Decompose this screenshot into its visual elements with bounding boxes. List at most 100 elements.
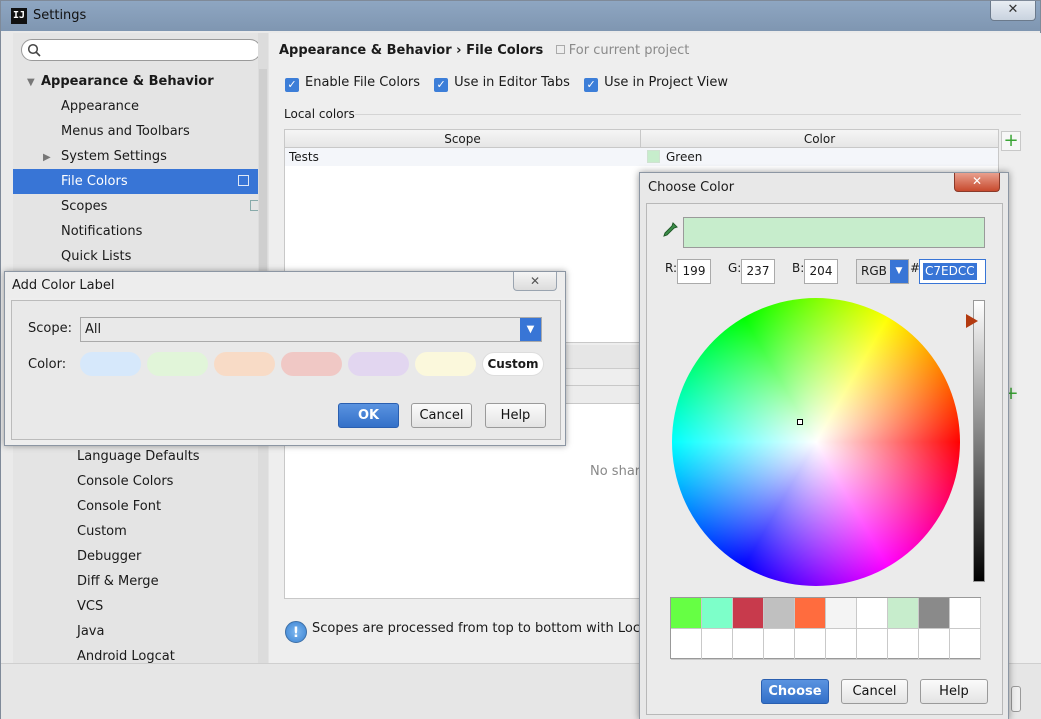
recent-color-swatch[interactable] xyxy=(857,598,888,629)
recent-color-swatch[interactable] xyxy=(702,598,733,629)
empty-color-slot[interactable] xyxy=(888,629,919,660)
cancel-button[interactable]: Cancel xyxy=(411,403,472,428)
recent-color-swatch[interactable] xyxy=(795,598,826,629)
color-option-yellow[interactable] xyxy=(415,352,476,376)
brightness-slider[interactable] xyxy=(973,300,985,582)
color-chooser-body: R: 199 G: 237 B: 204 RGB ▼ # C7EDCC Choo… xyxy=(646,203,1003,715)
enable-file-colors-checkbox[interactable]: ✓ xyxy=(285,78,299,92)
footer-button-partial[interactable] xyxy=(1011,686,1021,712)
chevron-down-icon: ▼ xyxy=(890,260,908,283)
tree-item-custom[interactable]: Custom xyxy=(77,519,127,544)
scope-select[interactable]: All ▼ xyxy=(80,317,542,342)
blue-label: B: xyxy=(792,261,805,275)
tree-item-notifications[interactable]: Notifications xyxy=(61,219,142,244)
tree-item-debugger[interactable]: Debugger xyxy=(77,544,141,569)
color-mode-select[interactable]: RGB ▼ xyxy=(856,259,909,284)
tree-item-scopes[interactable]: Scopes xyxy=(61,194,267,219)
dialog-body: Scope: All ▼ Color: Custom OK Cancel Hel… xyxy=(11,300,561,440)
table-row[interactable]: Tests Green xyxy=(285,148,998,166)
row-color: Green xyxy=(647,148,702,166)
empty-color-slot[interactable] xyxy=(857,629,888,660)
tree-item-language-defaults[interactable]: Language Defaults xyxy=(77,444,200,469)
use-in-project-view-checkbox[interactable]: ✓ xyxy=(584,78,599,92)
add-color-label-dialog: Add Color Label ✕ Scope: All ▼ Color: Cu… xyxy=(4,271,566,446)
choose-color-dialog: Choose Color ✕ R: 199 G: 237 B: 204 RGB … xyxy=(639,172,1009,719)
empty-color-slot[interactable] xyxy=(950,629,981,660)
recent-color-swatch[interactable] xyxy=(764,598,795,629)
empty-color-slot[interactable] xyxy=(919,629,950,660)
color-option-rose[interactable] xyxy=(281,352,342,376)
search-icon xyxy=(27,43,41,57)
options-row: ✓ Enable File Colors ✓ Use in Editor Tabs … xyxy=(285,75,738,92)
settings-search-input[interactable] xyxy=(21,39,261,61)
window-close-button[interactable]: ✕ xyxy=(990,1,1036,21)
blue-input[interactable]: 204 xyxy=(804,259,838,284)
empty-color-slot[interactable] xyxy=(795,629,826,660)
dialog-title: Choose Color xyxy=(648,180,735,195)
title-bar: IJ Settings ✕ xyxy=(1,1,1040,31)
recent-color-swatch[interactable] xyxy=(826,598,857,629)
settings-window: IJ Settings ✕ ▼ Appearance & Behavior App… xyxy=(0,0,1041,719)
tree-item-appearance[interactable]: Appearance xyxy=(61,94,139,119)
dialog-close-button[interactable]: ✕ xyxy=(513,272,557,291)
help-button[interactable]: Help xyxy=(485,403,546,428)
color-option-green[interactable] xyxy=(147,352,208,376)
color-preview xyxy=(683,217,985,248)
empty-color-slot[interactable] xyxy=(733,629,764,660)
use-in-editor-tabs-checkbox[interactable]: ✓ xyxy=(434,78,449,92)
chevron-down-icon: ▼ xyxy=(27,77,35,88)
tree-item-quick-lists[interactable]: Quick Lists xyxy=(61,244,131,269)
brightness-slider-handle[interactable] xyxy=(966,314,978,328)
tree-item-system-settings[interactable]: ▶ System Settings xyxy=(43,144,167,169)
info-message: ! Scopes are processed from top to bottom… xyxy=(285,621,671,643)
color-swatch xyxy=(647,150,660,163)
sidebar-scroll-thumb[interactable] xyxy=(259,69,267,299)
dialog-title: Add Color Label xyxy=(5,272,565,298)
recent-color-swatch[interactable] xyxy=(733,598,764,629)
recent-color-swatch[interactable] xyxy=(950,598,981,629)
recent-color-swatch[interactable] xyxy=(671,598,702,629)
intellij-app-icon: IJ xyxy=(11,8,27,24)
ok-button[interactable]: OK xyxy=(338,403,399,428)
column-header-scope[interactable]: Scope xyxy=(285,130,641,148)
color-wheel[interactable] xyxy=(672,298,960,586)
eyedropper-icon[interactable] xyxy=(662,222,678,238)
tree-item-vcs[interactable]: VCS xyxy=(77,594,103,619)
window-title: Settings xyxy=(33,8,87,23)
cancel-button[interactable]: Cancel xyxy=(841,679,908,704)
empty-color-slot[interactable] xyxy=(826,629,857,660)
custom-color-button[interactable]: Custom xyxy=(482,352,544,376)
tree-item-java[interactable]: Java xyxy=(77,619,104,644)
color-option-orange[interactable] xyxy=(214,352,275,376)
green-input[interactable]: 237 xyxy=(741,259,775,284)
red-input[interactable]: 199 xyxy=(677,259,711,284)
color-wheel-marker[interactable] xyxy=(797,419,803,425)
empty-color-slot[interactable] xyxy=(702,629,733,660)
project-scope-icon xyxy=(238,175,249,186)
tree-node-appearance-behavior[interactable]: ▼ Appearance & Behavior xyxy=(27,69,214,94)
tree-item-file-colors[interactable]: File Colors xyxy=(13,169,267,194)
chevron-down-icon: ▼ xyxy=(520,318,541,341)
hex-input[interactable]: C7EDCC xyxy=(919,259,986,284)
tree-item-console-colors[interactable]: Console Colors xyxy=(77,469,173,494)
tree-item-menus-toolbars[interactable]: Menus and Toolbars xyxy=(61,119,190,144)
recent-colors-grid xyxy=(670,597,981,660)
color-option-violet[interactable] xyxy=(348,352,409,376)
chevron-right-icon: ▶ xyxy=(43,152,51,163)
add-local-color-button[interactable]: + xyxy=(1001,131,1021,151)
dialog-close-button[interactable]: ✕ xyxy=(954,173,1000,192)
tree-item-console-font[interactable]: Console Font xyxy=(77,494,161,519)
color-option-blue[interactable] xyxy=(80,352,141,376)
empty-color-slot[interactable] xyxy=(671,629,702,660)
recent-color-swatch[interactable] xyxy=(919,598,950,629)
help-button[interactable]: Help xyxy=(920,679,988,704)
table-header: Scope Color xyxy=(285,130,998,148)
recent-color-swatch[interactable] xyxy=(888,598,919,629)
empty-color-slot[interactable] xyxy=(764,629,795,660)
tree-item-diff-merge[interactable]: Diff & Merge xyxy=(77,569,159,594)
choose-button[interactable]: Choose xyxy=(761,679,829,704)
column-header-color[interactable]: Color xyxy=(641,130,998,148)
red-label: R: xyxy=(665,261,678,275)
breadcrumb: Appearance & Behavior › File Colors For … xyxy=(279,43,690,58)
local-colors-label: Local colors xyxy=(284,107,355,121)
